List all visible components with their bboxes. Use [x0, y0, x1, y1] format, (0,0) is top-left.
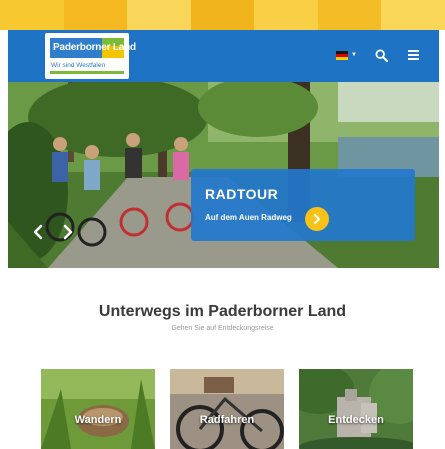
- logo-bar: [50, 71, 124, 74]
- stripe-segment: [317, 0, 382, 30]
- section-subtitle: Gehen Sie auf Entdeckungsreise: [171, 325, 274, 332]
- hero-title: RADTOUR: [205, 186, 279, 202]
- header-actions: ▼: [336, 47, 421, 63]
- section-title: Unterwegs im Paderborner Land: [98, 303, 347, 320]
- site-header: Paderborner Land Wir sind Westfalen ▼: [8, 30, 439, 82]
- stripe-segment: [63, 0, 128, 30]
- hamburger-menu-icon[interactable]: [405, 47, 421, 63]
- tile-radfahren[interactable]: Radfahren: [170, 369, 284, 449]
- logo-mark: Paderborner Land: [50, 38, 136, 58]
- tile-label: Radfahren: [199, 414, 255, 426]
- activity-tiles: Wandern Radfahren Entdecken: [41, 369, 413, 449]
- tile-label: Wandern: [74, 414, 122, 426]
- chevron-left-icon: [33, 224, 43, 240]
- site-logo[interactable]: Paderborner Land Wir sind Westfalen: [45, 33, 136, 79]
- tile-wandern[interactable]: Wandern: [41, 369, 155, 449]
- logo-name: Paderborner Land: [53, 42, 136, 53]
- search-icon[interactable]: [373, 47, 389, 63]
- stripe-segment: [127, 0, 191, 30]
- tile-entdecken[interactable]: Entdecken: [299, 369, 413, 449]
- tile-image: [170, 369, 284, 449]
- hero-subtitle: Auf dem Auen Radweg: [205, 213, 292, 222]
- top-color-stripe: [0, 0, 445, 30]
- stripe-segment: [254, 0, 318, 30]
- german-flag-icon: [336, 50, 349, 60]
- chevron-right-icon: [63, 224, 73, 240]
- tile-image: [41, 369, 155, 449]
- hero-cta-card[interactable]: RADTOUR Auf dem Auen Radweg: [191, 169, 415, 241]
- tile-label: Entdecken: [328, 414, 384, 426]
- stripe-segment: [0, 0, 64, 30]
- stripe-segment: [190, 0, 255, 30]
- hero-cta-button[interactable]: [305, 207, 329, 231]
- language-switcher[interactable]: ▼: [336, 50, 357, 60]
- stripe-segment: [381, 0, 445, 30]
- tile-image: [299, 369, 413, 449]
- slider-next-button[interactable]: [59, 223, 77, 241]
- logo-tagline: Wir sind Westfalen: [51, 62, 106, 69]
- chevron-right-icon: [313, 213, 321, 225]
- slider-prev-button[interactable]: [29, 223, 47, 241]
- chevron-down-icon: ▼: [351, 52, 357, 58]
